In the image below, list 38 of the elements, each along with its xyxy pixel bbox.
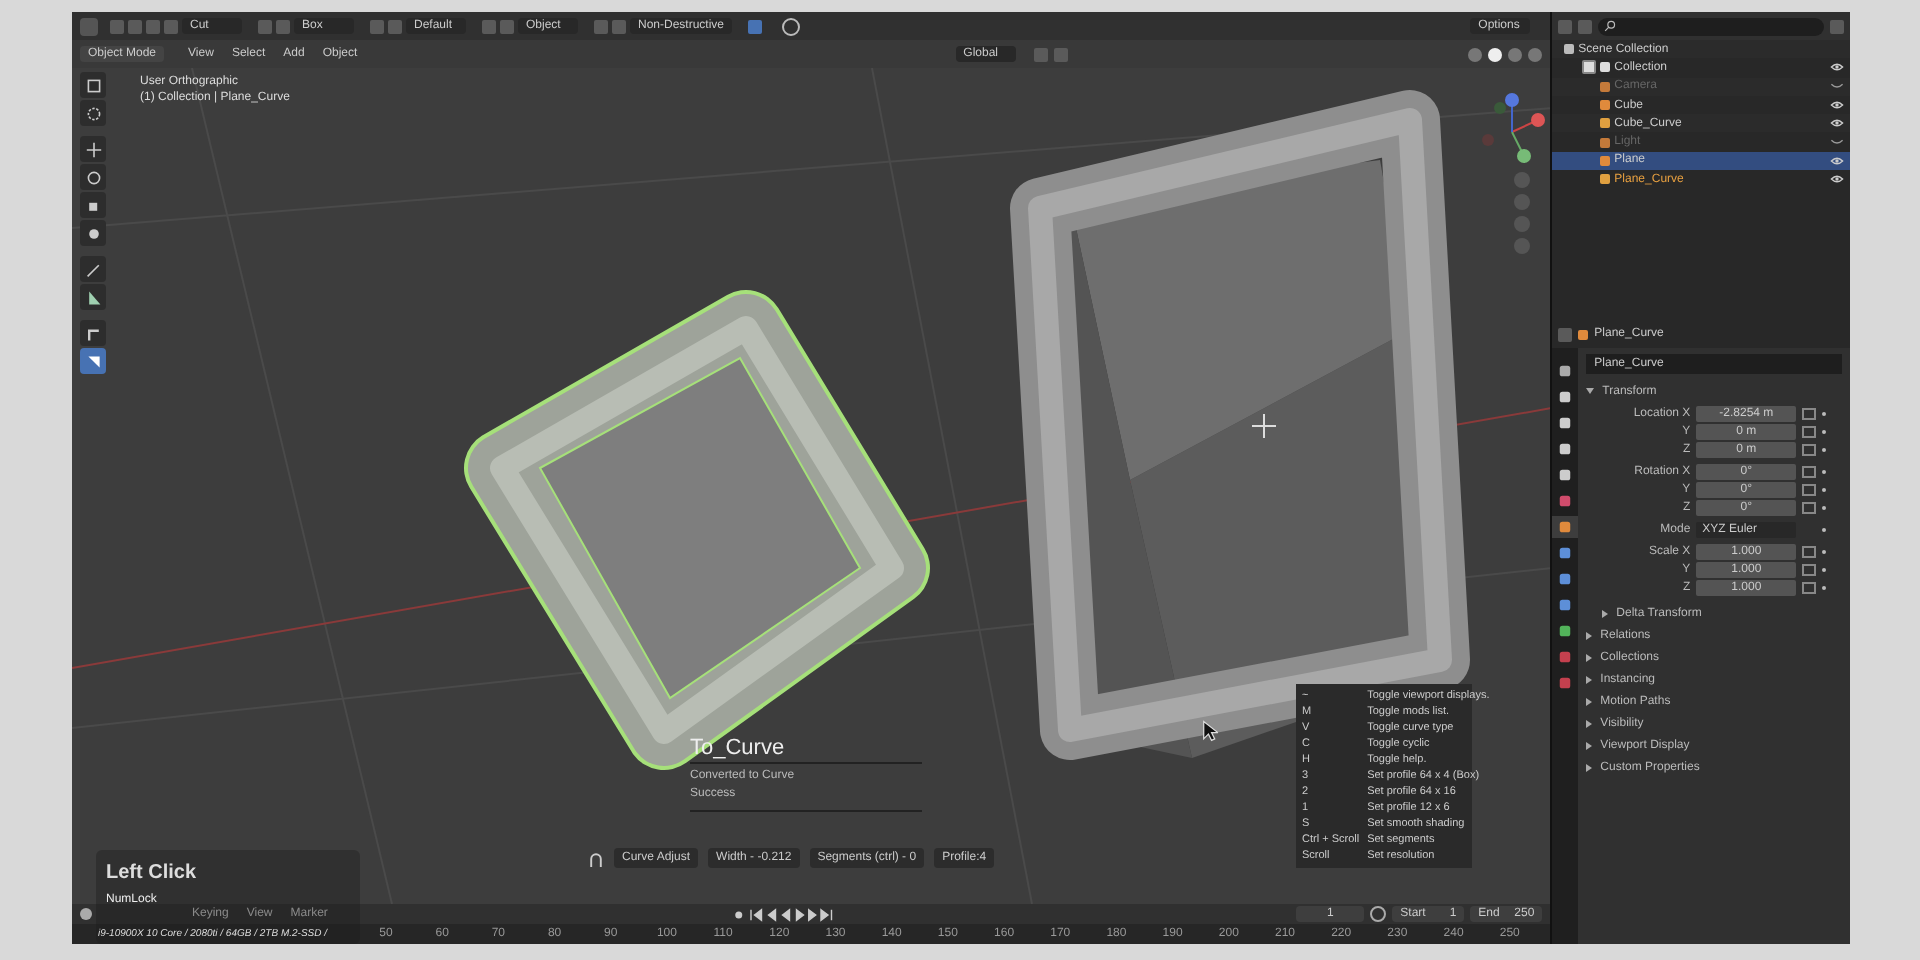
eye-icon[interactable]	[1830, 155, 1844, 166]
rotate-icon	[85, 169, 101, 185]
tool-button[interactable]	[80, 284, 106, 310]
tool-button[interactable]	[80, 192, 106, 218]
toggle-icon[interactable]	[748, 19, 763, 33]
tool-button[interactable]	[80, 220, 106, 246]
transform-icon	[85, 225, 101, 241]
search-field[interactable]	[1598, 17, 1824, 35]
eye-icon[interactable]	[1830, 118, 1844, 129]
closed-eye-icon[interactable]	[1830, 81, 1844, 92]
select-icon	[85, 77, 101, 93]
closed-eye-icon[interactable]	[1830, 137, 1844, 148]
stopwatch-icon[interactable]	[1370, 906, 1387, 922]
corner-icon	[85, 325, 101, 341]
eye-icon[interactable]	[1830, 62, 1844, 73]
mouse-pointer-icon	[1202, 720, 1218, 742]
tool-button[interactable]	[80, 72, 106, 98]
move-icon	[85, 141, 101, 157]
cursor-icon	[85, 105, 101, 121]
tool-button[interactable]	[80, 320, 106, 346]
checkbox[interactable]	[1582, 60, 1597, 75]
properties-tab[interactable]	[1552, 516, 1579, 538]
eye-icon[interactable]	[1830, 100, 1844, 111]
tool-button[interactable]	[80, 164, 106, 190]
editor-type-icon[interactable]	[80, 908, 92, 920]
tool-button[interactable]	[80, 256, 106, 282]
triangle-icon	[85, 353, 101, 369]
eye-icon[interactable]	[1830, 174, 1844, 185]
key-press-label: Left Click	[106, 862, 199, 884]
annotate-icon	[85, 261, 101, 277]
tool-button[interactable]	[80, 100, 106, 126]
tool-button[interactable]	[80, 348, 106, 374]
tool-button[interactable]	[80, 136, 106, 162]
search-icon	[1604, 20, 1617, 32]
measure-icon	[85, 289, 101, 305]
arch-icon	[588, 849, 604, 867]
help-icon[interactable]	[782, 17, 801, 35]
scale-icon	[85, 197, 101, 213]
